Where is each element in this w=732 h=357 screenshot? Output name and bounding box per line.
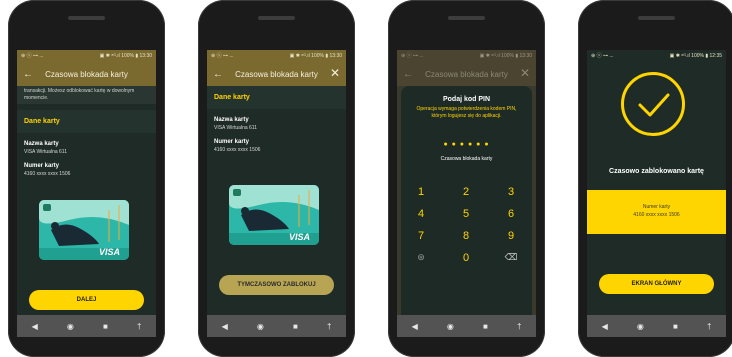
card-name-value: VISA Wirtualna 611 bbox=[214, 125, 257, 131]
key-6[interactable]: 6 bbox=[496, 208, 526, 220]
svg-text:VISA: VISA bbox=[99, 247, 120, 257]
phone-1: ⊕ ⓢ ⊶ ... ▣ ✱ ⁸ᴳ.ıl 100% ▮ 13:30 ← Czasow… bbox=[8, 0, 165, 357]
screen-success: ⊕ ⓢ ⊶ ... ▣ ✱ ⁸ᴳ.ıl 100% ▮ 12:35 Czasowo … bbox=[587, 50, 726, 337]
back-arrow-icon[interactable]: ← bbox=[17, 69, 39, 80]
phone-4: ⊕ ⓢ ⊶ ... ▣ ✱ ⁸ᴳ.ıl 100% ▮ 12:35 Czasowo … bbox=[578, 0, 732, 357]
app-bar-title: Czasowa blokada karty bbox=[45, 69, 128, 79]
check-mark-icon bbox=[638, 93, 670, 117]
nav-recent-icon[interactable]: ■ bbox=[673, 322, 678, 331]
status-left: ⊕ ⓢ ⊶ ... bbox=[21, 53, 44, 59]
backspace-icon[interactable]: ⌫ bbox=[496, 252, 526, 263]
close-icon[interactable]: ✕ bbox=[330, 66, 340, 80]
app-bar: ← Czasowa blokada karty ✕ bbox=[207, 62, 346, 86]
nav-home-icon[interactable]: ◉ bbox=[257, 322, 264, 331]
nav-recent-icon[interactable]: ■ bbox=[103, 322, 108, 331]
key-1[interactable]: 1 bbox=[406, 186, 436, 198]
card-image: VISA bbox=[39, 200, 129, 260]
nav-back-icon[interactable]: ◀ bbox=[32, 322, 38, 331]
status-bar: ⊕ ⓢ ⊶ ... ▣ ✱ ⁸ᴳ.ıl 100% ▮ 13:30 bbox=[17, 50, 156, 62]
back-arrow-icon[interactable]: ← bbox=[207, 69, 229, 80]
card-number-value: 4160 xxxx xxxx 1506 bbox=[214, 147, 261, 153]
key-4[interactable]: 4 bbox=[406, 208, 436, 220]
status-left: ⊕ ⓢ ⊶ ... bbox=[591, 53, 614, 59]
speaker bbox=[258, 16, 295, 20]
key-7[interactable]: 7 bbox=[406, 230, 436, 242]
nav-back-icon[interactable]: ◀ bbox=[602, 322, 608, 331]
intro-wrapper: transakcji. Możesz odblokować kartę w do… bbox=[17, 86, 156, 104]
nav-home-icon[interactable]: ◉ bbox=[447, 322, 454, 331]
nav-bar: ◀ ◉ ■ † bbox=[17, 315, 156, 337]
app-bar: ← Czasowa blokada karty ✕ bbox=[397, 62, 536, 86]
card-name-value: VISA Wirtualna 611 bbox=[24, 149, 67, 155]
nav-extra-icon[interactable]: † bbox=[707, 322, 711, 331]
nav-extra-icon[interactable]: † bbox=[327, 322, 331, 331]
card-illustration: VISA bbox=[229, 185, 319, 245]
status-left: ⊕ ⓢ ⊶ ... bbox=[401, 53, 424, 59]
nav-home-icon[interactable]: ◉ bbox=[637, 322, 644, 331]
nav-bar: ◀ ◉ ■ † bbox=[207, 315, 346, 337]
phone-2: ⊕ ⓢ ⊶ ... ▣ ✱ ⁸ᴳ.ıl 100% ▮ 13:30 ← Czasow… bbox=[198, 0, 355, 357]
nav-bar: ◀ ◉ ■ † bbox=[587, 315, 726, 337]
home-screen-button[interactable]: EKRAN GŁÓWNY bbox=[599, 274, 714, 294]
nav-back-icon[interactable]: ◀ bbox=[412, 322, 418, 331]
card-illustration: VISA bbox=[39, 200, 129, 260]
card-number-value: 4160 xxxx xxxx 1506 bbox=[633, 212, 680, 218]
speaker bbox=[448, 16, 485, 20]
screen-confirm-block: ⊕ ⓢ ⊶ ... ▣ ✱ ⁸ᴳ.ıl 100% ▮ 13:30 ← Czasow… bbox=[207, 50, 346, 337]
key-3[interactable]: 3 bbox=[496, 186, 526, 198]
section-heading: Dane karty bbox=[207, 86, 346, 109]
status-right: ▣ ✱ ⁸ᴳ.ıl 100% ▮ 12:35 bbox=[669, 53, 722, 59]
back-arrow-icon: ← bbox=[403, 68, 413, 80]
app-bar-title: Czasowa blokada karty bbox=[235, 69, 318, 79]
success-check-icon bbox=[621, 72, 685, 136]
pin-operation-label: Czasowa blokada karty bbox=[440, 156, 493, 162]
speaker bbox=[638, 16, 675, 20]
card-image: VISA bbox=[229, 185, 319, 245]
screen-card-details: ⊕ ⓢ ⊶ ... ▣ ✱ ⁸ᴳ.ıl 100% ▮ 13:30 ← Czasow… bbox=[17, 50, 156, 337]
close-icon: ✕ bbox=[519, 66, 530, 80]
key-8[interactable]: 8 bbox=[451, 230, 481, 242]
app-bar: ← Czasowa blokada karty bbox=[17, 62, 156, 86]
status-bar: ⊕ ⓢ ⊶ ... ▣ ✱ ⁸ᴳ.ıl 100% ▮ 12:35 bbox=[587, 50, 726, 62]
key-5[interactable]: 5 bbox=[451, 208, 481, 220]
status-right: ▣ ✱ ⁸ᴳ.ıl 100% ▮ 13:30 bbox=[289, 53, 342, 59]
key-2[interactable]: 2 bbox=[451, 186, 481, 198]
nav-extra-icon[interactable]: † bbox=[517, 322, 521, 331]
nav-extra-icon[interactable]: † bbox=[137, 322, 141, 331]
key-9[interactable]: 9 bbox=[496, 230, 526, 242]
screen-pin: ⊕ ⓢ ⊶ ... ▣ ✱ ⁸ᴳ.ıl 100% ▮ 13:30 ← Czasow… bbox=[397, 50, 536, 337]
intro-text: transakcji. Możesz odblokować kartę w do… bbox=[17, 86, 156, 104]
pin-dots: ● ● ● ● ● ● bbox=[443, 141, 490, 148]
svg-text:VISA: VISA bbox=[289, 232, 310, 242]
pin-dialog: Podaj kod PIN Operacja wymaga potwierdze… bbox=[401, 86, 532, 315]
status-bar: ⊕ ⓢ ⊶ ... ▣ ✱ ⁸ᴳ.ıl 100% ▮ 13:30 bbox=[397, 50, 536, 62]
success-message: Czasowo zablokowano kartę bbox=[609, 168, 704, 175]
card-number-value: 4160 xxxx xxxx 1506 bbox=[24, 171, 71, 177]
card-number-label: Numer karty bbox=[642, 204, 671, 210]
status-right: ▣ ✱ ⁸ᴳ.ıl 100% ▮ 13:30 bbox=[479, 53, 532, 59]
next-button[interactable]: DALEJ bbox=[29, 290, 144, 310]
nav-bar: ◀ ◉ ■ † bbox=[397, 315, 536, 337]
card-number-box: Numer karty 4160 xxxx xxxx 1506 bbox=[587, 190, 726, 234]
status-bar: ⊕ ⓢ ⊶ ... ▣ ✱ ⁸ᴳ.ıl 100% ▮ 13:30 bbox=[207, 50, 346, 62]
nav-home-icon[interactable]: ◉ bbox=[67, 322, 74, 331]
fingerprint-icon[interactable]: ⊛ bbox=[406, 252, 436, 263]
pin-subtext: Operacja wymaga potwierdzenia kodem PIN,… bbox=[416, 106, 517, 119]
phone-3: ⊕ ⓢ ⊶ ... ▣ ✱ ⁸ᴳ.ıl 100% ▮ 13:30 ← Czasow… bbox=[388, 0, 545, 357]
nav-back-icon[interactable]: ◀ bbox=[222, 322, 228, 331]
nav-recent-icon[interactable]: ■ bbox=[483, 322, 488, 331]
nav-recent-icon[interactable]: ■ bbox=[293, 322, 298, 331]
section-heading: Dane karty bbox=[17, 110, 156, 133]
block-temporarily-button[interactable]: TYMCZASOWO ZABLOKUJ bbox=[219, 275, 334, 295]
speaker bbox=[68, 16, 105, 20]
status-left: ⊕ ⓢ ⊶ ... bbox=[211, 53, 234, 59]
app-bar-title: Czasowa blokada karty bbox=[425, 69, 508, 79]
key-0[interactable]: 0 bbox=[451, 252, 481, 264]
pin-heading: Podaj kod PIN bbox=[442, 96, 491, 103]
status-right: ▣ ✱ ⁸ᴳ.ıl 100% ▮ 13:30 bbox=[99, 53, 152, 59]
